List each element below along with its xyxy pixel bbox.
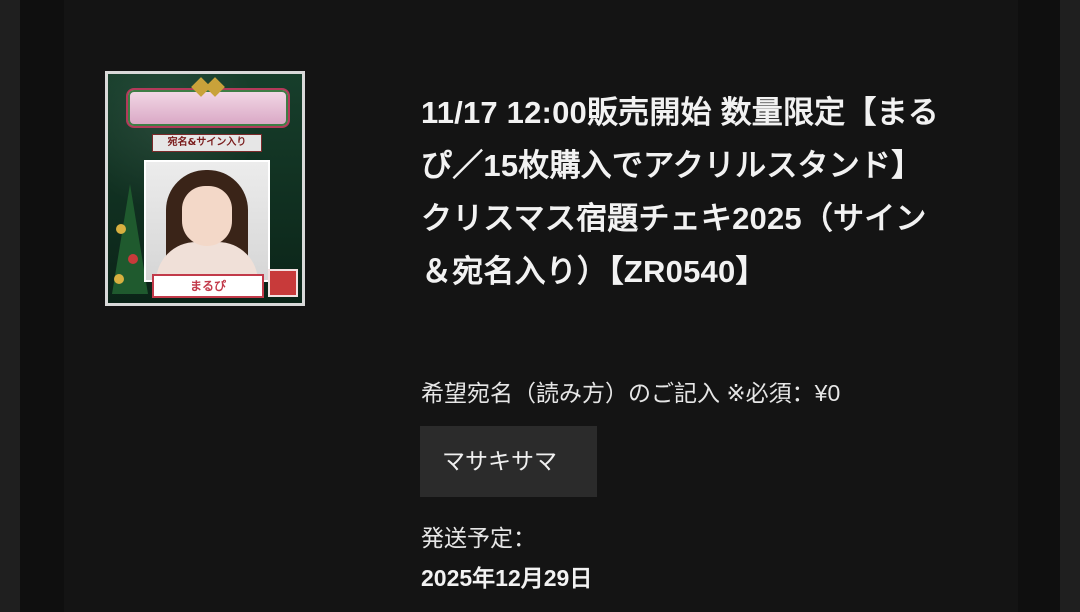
recipient-name-field[interactable]: マサキサマ: [420, 426, 597, 497]
screen: 宛名&サイン入り まるぴ 11/17 12:00販売開始 数量限定【まるぴ／15…: [0, 0, 1080, 612]
image-name-card: まるぴ: [152, 274, 264, 298]
shipping-date: 2025年12月29日: [421, 565, 593, 591]
image-badge: 宛名&サイン入り: [152, 134, 262, 152]
left-gutter: [20, 0, 64, 612]
product-title: 11/17 12:00販売開始 数量限定【まるぴ／15枚購入でアクリルスタンド】…: [421, 95, 939, 289]
recipient-name-label: 希望宛名（読み方）のご記入 ※必須：¥0: [421, 380, 841, 406]
left-edge: [0, 0, 20, 612]
portrait-face: [182, 186, 232, 246]
right-edge: [1060, 0, 1080, 612]
ornament-icon: [114, 274, 124, 284]
ribbon-bow-icon: [194, 80, 222, 96]
ornament-icon: [128, 254, 138, 264]
product-image[interactable]: 宛名&サイン入り まるぴ: [105, 71, 305, 306]
gift-box-icon: [268, 269, 298, 297]
portrait-photo: [144, 160, 270, 282]
ornament-icon: [116, 224, 126, 234]
right-gutter: [1018, 0, 1060, 612]
shipping-label: 発送予定：: [421, 525, 536, 551]
